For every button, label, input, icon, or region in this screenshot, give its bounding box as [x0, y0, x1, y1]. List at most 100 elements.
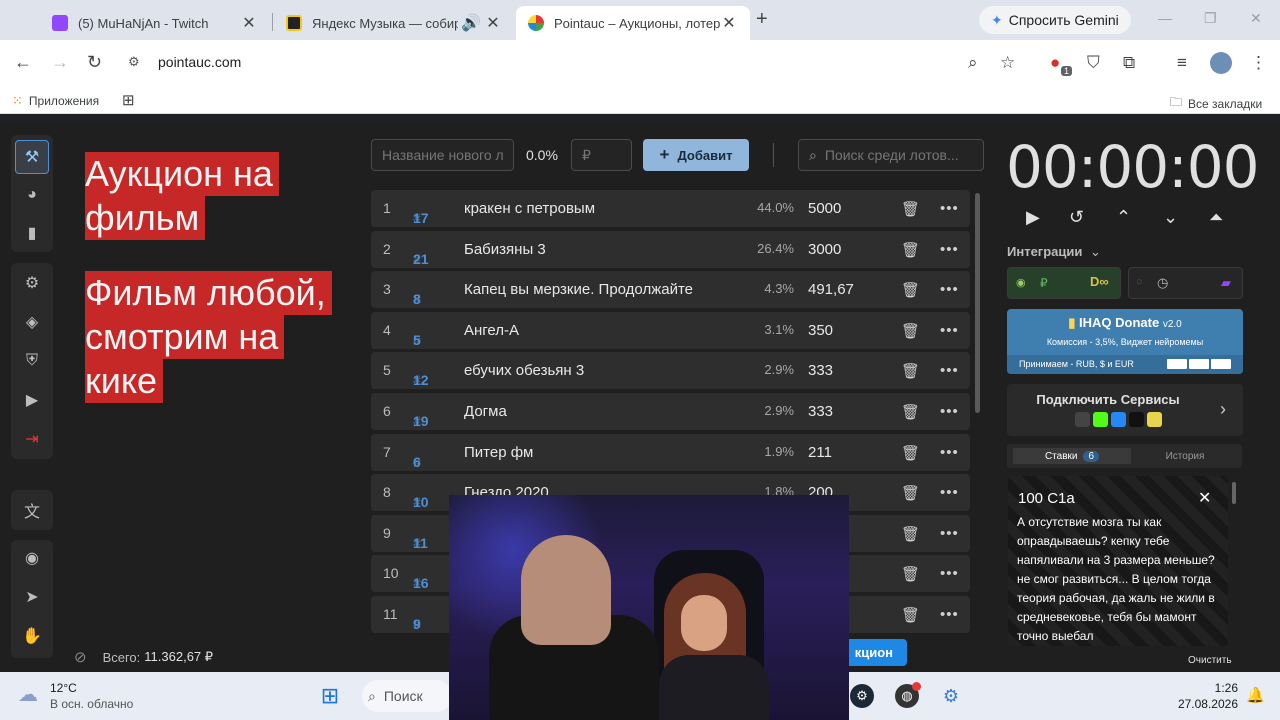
more-options-icon[interactable]: ••• — [940, 322, 959, 339]
lot-amount[interactable]: 333 — [808, 403, 833, 420]
restore-icon[interactable]: ❐ — [1204, 10, 1217, 27]
forward-icon[interactable]: → — [51, 52, 69, 73]
shield-icon[interactable]: ⛨ — [15, 344, 49, 378]
tab-bids[interactable]: Ставки 6 — [1013, 448, 1131, 464]
notifications-bell-icon[interactable]: 🔔 — [1246, 686, 1265, 704]
lot-row[interactable]: 5 #12 ебучих обезьян 3 2.9% 333 🗑 ••• — [371, 352, 970, 390]
lot-amount[interactable]: 491,67 — [808, 281, 854, 298]
lot-amount[interactable]: 333 — [808, 362, 833, 379]
lot-name[interactable]: Догма — [464, 403, 507, 420]
tab-pointauc[interactable]: Pointauc – Аукционы, лотерей ✕ — [516, 6, 750, 40]
tab-twitch[interactable]: (5) MuHaNjAn - Twitch ✕ — [40, 6, 270, 40]
lots-scrollbar[interactable] — [975, 193, 980, 413]
donate-banner[interactable]: ▮ IHAQ Donate v2.0 Комиссия - 3,5%, Видж… — [1007, 309, 1243, 374]
new-lot-name-input[interactable]: Название нового л — [371, 139, 514, 171]
lot-amount[interactable]: 211 — [808, 444, 832, 461]
more-options-icon[interactable]: ••• — [940, 484, 959, 501]
bookmark-all[interactable]: 🗀 Все закладки — [1170, 93, 1262, 114]
tab-groups-icon[interactable]: ⊞ — [122, 91, 135, 109]
delete-trash-icon[interactable]: 🗑 — [901, 444, 920, 462]
more-options-icon[interactable]: ••• — [940, 241, 959, 258]
lot-name[interactable]: Ангел-А — [464, 322, 519, 339]
more-options-icon[interactable]: ••• — [940, 200, 959, 217]
lot-row[interactable]: 2 #21 Бабизяны 3 26.4% 3000 🗑 ••• — [371, 230, 970, 268]
delete-trash-icon[interactable]: 🗑 — [901, 200, 920, 218]
delete-trash-icon[interactable]: 🗑 — [901, 322, 920, 340]
integrations-toggle[interactable]: Интеграции ⌄ — [1007, 244, 1101, 260]
clock-time[interactable]: 1:26 — [1180, 681, 1238, 695]
extension-icon[interactable]: ● — [1050, 53, 1060, 73]
delete-trash-icon[interactable]: 🗑 — [901, 403, 920, 421]
lot-name[interactable]: кракен с петровым — [464, 200, 595, 217]
lot-row[interactable]: 6 #19 Догма 2.9% 333 🗑 ••• — [371, 393, 970, 430]
extensions-puzzle-icon[interactable]: ⧉ — [1123, 53, 1135, 73]
delete-trash-icon[interactable]: 🗑 — [901, 565, 920, 583]
speaker-icon[interactable]: 🔊 — [458, 13, 484, 33]
lot-search-input[interactable]: ⌕ Поиск среди лотов... — [798, 139, 984, 171]
lot-amount[interactable]: 5000 — [808, 200, 841, 217]
add-lot-button[interactable]: + Добавит — [643, 139, 749, 171]
close-icon[interactable]: ✕ — [240, 13, 258, 33]
lot-row[interactable]: 7 #6 Питер фм 1.9% 211 🗑 ••• — [371, 433, 970, 471]
stats-chart-icon[interactable]: ▮ — [15, 216, 49, 250]
bookmark-star-icon[interactable]: ☆ — [1000, 53, 1015, 73]
weather-temp[interactable]: 12°C — [50, 681, 77, 695]
more-options-icon[interactable]: ••• — [940, 525, 959, 542]
profile-avatar[interactable] — [1210, 52, 1232, 74]
reload-icon[interactable]: ↻ — [87, 52, 102, 73]
bids-scrollbar[interactable] — [1232, 482, 1236, 504]
logout-icon[interactable]: ⇥ — [15, 422, 49, 456]
bookmark-apps[interactable]: ⁙ Приложения — [12, 93, 99, 109]
integration-twitch[interactable]: ○ ◷ ▰ — [1128, 267, 1243, 299]
settings-gear-icon[interactable]: ⚙ — [15, 266, 49, 300]
more-options-icon[interactable]: ••• — [940, 565, 959, 582]
close-icon[interactable]: ✕ — [720, 13, 738, 33]
bid-card[interactable]: 100 С1а ✕ А отсутствие мозга ты как опра… — [1008, 476, 1228, 646]
connect-services[interactable]: Подключить Сервисы › — [1007, 384, 1243, 436]
more-options-icon[interactable]: ••• — [940, 444, 959, 461]
close-icon[interactable]: ✕ — [484, 13, 502, 33]
lot-amount[interactable]: 350 — [808, 322, 833, 339]
menu-kebab-icon[interactable]: ⋮ — [1250, 53, 1267, 73]
delete-trash-icon[interactable]: 🗑 — [901, 525, 920, 543]
integration-donation-services[interactable]: ◉ ₽ D∞ — [1007, 267, 1121, 299]
translate-icon[interactable]: 文 — [15, 493, 49, 527]
telegram-icon[interactable]: ➤ — [15, 580, 49, 614]
delete-trash-icon[interactable]: 🗑 — [901, 606, 920, 624]
layers-icon[interactable]: ◈ — [15, 305, 49, 339]
github-icon[interactable]: ◉ — [15, 541, 49, 575]
site-info-icon[interactable]: ⚙ — [128, 54, 148, 72]
play-icon[interactable]: ▶ — [1026, 207, 1040, 228]
more-options-icon[interactable]: ••• — [940, 606, 959, 623]
delete-trash-icon[interactable]: 🗑 — [901, 484, 920, 502]
more-options-icon[interactable]: ••• — [940, 281, 959, 298]
close-window-icon[interactable]: ✕ — [1250, 10, 1262, 27]
taskbar-search[interactable]: ⌕ Поиск — [362, 680, 452, 712]
media-control-icon[interactable]: ≡ — [1177, 53, 1187, 73]
chevron-up-icon[interactable]: ⌃ — [1116, 207, 1131, 228]
reset-icon[interactable]: ↺ — [1069, 207, 1084, 228]
lot-name[interactable]: ебучих обезьян 3 — [464, 362, 584, 379]
delete-trash-icon[interactable]: 🗑 — [901, 241, 920, 259]
lot-name[interactable]: Бабизяны 3 — [464, 241, 546, 258]
steam-icon[interactable]: ⚙ — [850, 684, 874, 708]
lot-name[interactable]: Капец вы мерзкие. Продолжайте — [464, 281, 693, 298]
windows-start-icon[interactable]: ⊞ — [318, 683, 342, 708]
more-options-icon[interactable]: ••• — [940, 403, 959, 420]
double-chevron-up-icon[interactable]: ⏶ — [1209, 207, 1223, 228]
shield-extension-icon[interactable]: ⛉ — [1087, 53, 1100, 73]
ask-gemini-button[interactable]: ✦ Спросить Gemini — [979, 6, 1131, 34]
tab-history[interactable]: История — [1131, 448, 1239, 464]
weather-cloud-icon[interactable]: ☁ — [18, 682, 38, 707]
clock-date[interactable]: 27.08.2026 — [1170, 697, 1238, 711]
lot-row[interactable]: 4 #5 Ангел-А 3.1% 350 🗑 ••• — [371, 311, 970, 349]
new-tab-button[interactable]: + — [756, 8, 768, 31]
close-icon[interactable]: ✕ — [1198, 488, 1211, 508]
video-library-icon[interactable]: ▶ — [15, 383, 49, 417]
hide-eye-icon[interactable]: ⊘ — [74, 648, 87, 666]
minimize-icon[interactable]: — — [1158, 10, 1172, 26]
lot-amount[interactable]: 3000 — [808, 241, 841, 258]
wheel-pie-icon[interactable]: ◕ — [15, 178, 49, 212]
donate-hand-icon[interactable]: ✋ — [15, 619, 49, 653]
chevron-down-icon[interactable]: ⌄ — [1163, 207, 1178, 228]
